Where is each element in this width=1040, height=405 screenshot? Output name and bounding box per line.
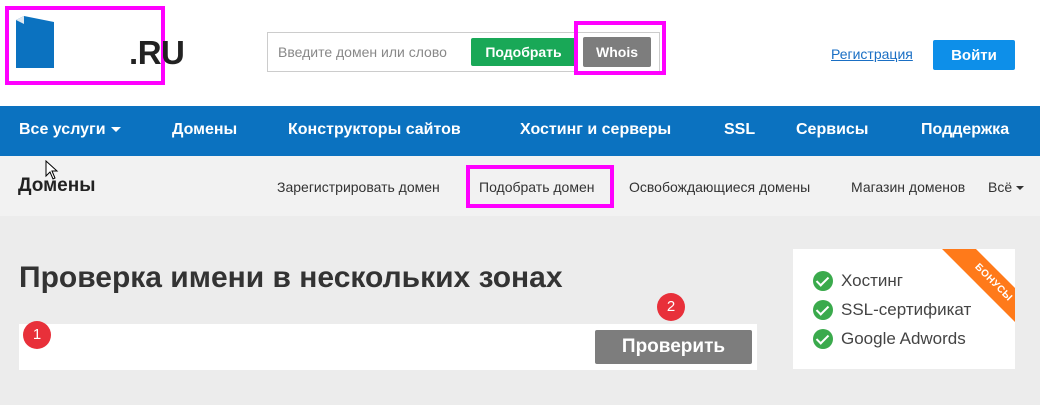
pick-button[interactable]: Подобрать <box>471 38 576 66</box>
multi-zone-check-bar: Проверить <box>19 324 757 370</box>
chevron-down-icon <box>110 127 121 133</box>
subnav-item-register[interactable]: Зарегистрировать домен <box>277 179 440 195</box>
bonus-item: Google Adwords <box>813 324 971 353</box>
bonus-list: Хостинг SSL-сертификат Google Adwords <box>813 266 971 353</box>
nav-item-services[interactable]: Сервисы <box>796 121 868 139</box>
subnav-item-all-label: Всё <box>988 179 1013 195</box>
bonus-item-label: Хостинг <box>841 270 903 290</box>
check-button[interactable]: Проверить <box>595 330 752 364</box>
bonus-box[interactable]: Хостинг SSL-сертификат Google Adwords БО… <box>793 249 1015 369</box>
register-link[interactable]: Регистрация <box>831 46 913 62</box>
logo-text-main: REG <box>59 34 130 71</box>
subnav-item-expiring[interactable]: Освобождающиеся домены <box>629 179 810 195</box>
bonus-item: Хостинг <box>813 266 971 295</box>
subnav-item-all[interactable]: Всё <box>988 179 1025 195</box>
domain-name-input[interactable] <box>59 334 579 360</box>
check-circle-icon <box>813 270 833 291</box>
bonus-item: SSL-сертификат <box>813 295 971 324</box>
mouse-cursor-icon <box>45 160 59 180</box>
login-button[interactable]: Войти <box>933 40 1015 70</box>
check-circle-icon <box>813 328 833 349</box>
subnav-item-shop[interactable]: Магазин доменов <box>851 179 965 195</box>
nav-item-ssl[interactable]: SSL <box>724 121 755 139</box>
step-marker-1: 1 <box>23 321 51 349</box>
step-marker-2: 2 <box>657 293 685 321</box>
logo-text-dot: . <box>129 34 138 71</box>
header: REG.RU Подобрать Whois Регистрация Войти <box>0 0 1040 106</box>
nav-item-support[interactable]: Поддержка <box>921 121 1009 139</box>
page-title: Проверка имени в нескольких зонах <box>19 261 563 294</box>
chevron-down-icon <box>1016 186 1025 191</box>
nav-item-site-builders[interactable]: Конструкторы сайтов <box>288 121 461 139</box>
domain-search-input[interactable] <box>278 41 473 63</box>
bonus-item-label: Google Adwords <box>841 328 966 348</box>
main-nav: Все услуги Домены Конструкторы сайтов Хо… <box>0 106 1040 156</box>
nav-item-all-services[interactable]: Все услуги <box>19 121 121 139</box>
check-circle-icon <box>813 299 833 320</box>
pick-domain-highlight-frame <box>466 165 614 208</box>
bonus-item-label: SSL-сертификат <box>841 299 972 319</box>
logo-text: REG.RU <box>59 34 185 72</box>
nav-item-domains[interactable]: Домены <box>172 121 237 139</box>
nav-item-label: Все услуги <box>19 121 106 138</box>
whois-button[interactable]: Whois <box>583 37 651 67</box>
logo-text-suffix: RU <box>137 34 185 71</box>
nav-item-hosting[interactable]: Хостинг и серверы <box>520 121 671 139</box>
logo[interactable]: REG.RU <box>14 14 185 71</box>
